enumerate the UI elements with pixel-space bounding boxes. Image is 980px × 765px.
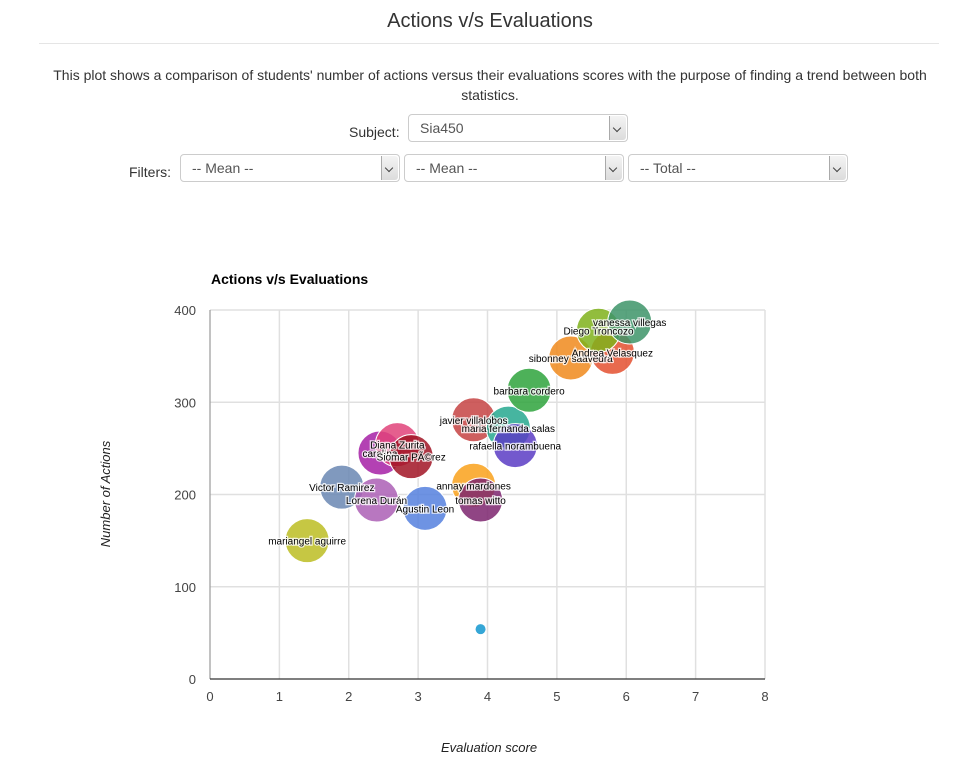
x-tick-label: 4 (484, 689, 491, 704)
y-tick-label: 100 (174, 580, 196, 595)
bubble-label: annay mardones (436, 481, 511, 492)
bubble-chart: Actions v/s Evaluations 0 1 2 3 4 5 6 7 8 0 100 200… (98, 271, 769, 755)
bubble-label: Agustin Leon (396, 504, 454, 515)
bubble-label: Siomar PÃ©rez (377, 451, 446, 464)
bubble-label: vanessa villegas (593, 318, 666, 329)
bubble-label: tomas witto (455, 496, 506, 507)
y-tick-label: 300 (174, 395, 196, 410)
x-tick-label: 7 (692, 689, 699, 704)
x-tick-label: 0 (206, 689, 213, 704)
chart-title: Actions v/s Evaluations (211, 271, 368, 287)
bubble-label: barbara cordero (494, 386, 566, 397)
x-tick-label: 3 (415, 689, 422, 704)
y-tick-label: 200 (174, 488, 196, 503)
x-axis-label: Evaluation score (441, 740, 537, 755)
x-tick-label: 6 (623, 689, 630, 704)
bubble-label: Andrea Velasquez (572, 348, 653, 359)
bubble-label: Diana Zurita (370, 441, 425, 452)
x-tick-label: 2 (345, 689, 352, 704)
y-tick-label: 0 (189, 672, 196, 687)
bubble-label: mariangel aguirre (268, 537, 346, 548)
x-tick-label: 5 (553, 689, 560, 704)
bubble-label: Victor Ramirez (309, 483, 374, 494)
bubble-label: maria fernanda salas (462, 424, 555, 435)
x-tick-label: 8 (761, 689, 768, 704)
y-axis-label: Number of Actions (98, 440, 113, 547)
bubble-point (475, 624, 486, 635)
x-tick-label: 1 (276, 689, 283, 704)
y-tick-label: 400 (174, 303, 196, 318)
bubble-label: rafaella norambuena (469, 442, 561, 453)
